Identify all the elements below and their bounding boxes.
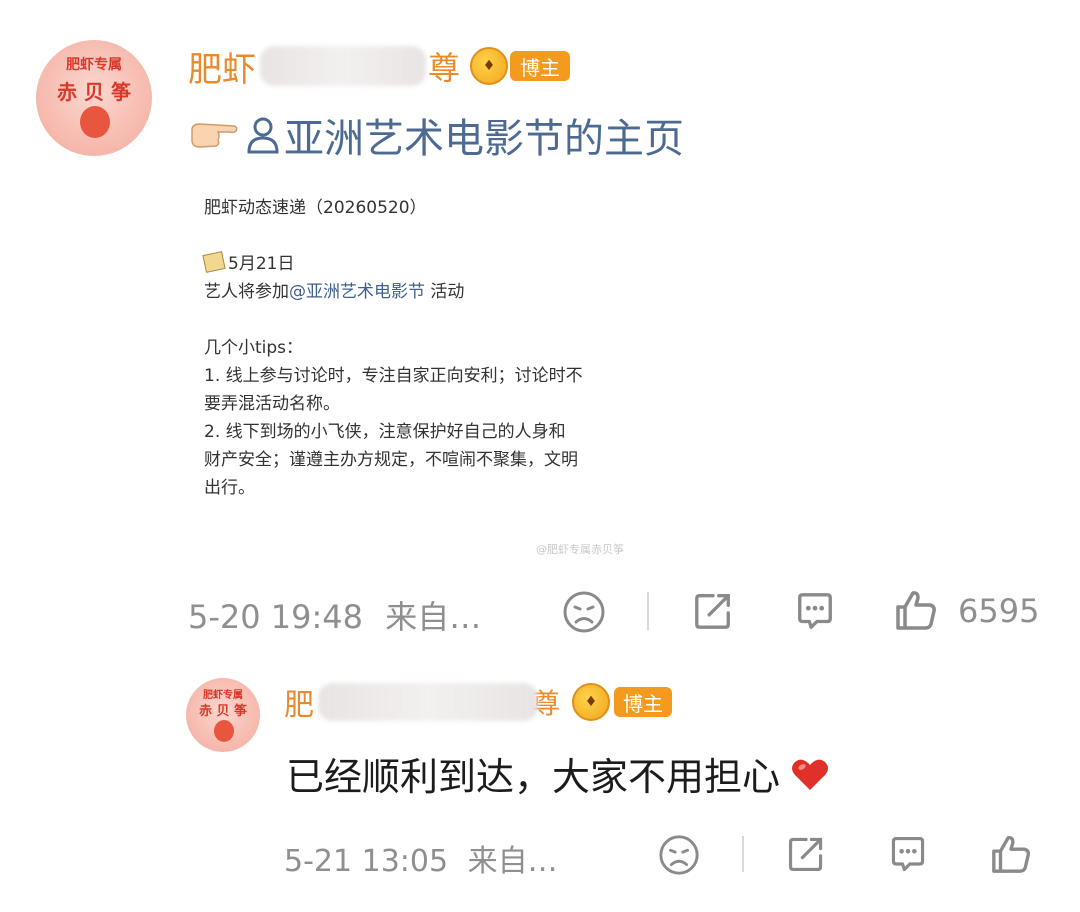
post-author-name-row[interactable]: 肥虾 尊 ♦ 博主 — [188, 42, 571, 90]
shrimp-icon — [80, 106, 110, 138]
event-homepage-link[interactable]: 亚洲艺术电影节的主页 — [190, 106, 684, 164]
tip2-line-b: 财产安全；谨遵主办方规定，不喧闹不聚集，文明 — [204, 450, 578, 470]
card-title: 肥虾动态速递（20260520） — [204, 198, 427, 218]
reply-avatar-text-top: 肥虾专属 — [203, 690, 243, 701]
tip1-line-b: 要弄混活动名称。 — [204, 394, 340, 414]
reply-source[interactable]: 来自… — [468, 844, 558, 879]
reply-content: 已经顺利到达，大家不用担心 — [286, 746, 830, 801]
weibo-thread: 肥虾专属 赤 贝 筝 肥虾 尊 ♦ 博主 亚洲艺术电影节的主页 肥虾动态速递（2… — [0, 0, 1080, 912]
avatar-text-mid: 赤 贝 筝 — [57, 80, 131, 104]
reply-vip-diamond-icon: ♦ — [572, 683, 611, 721]
reply-comment-icon[interactable] — [888, 834, 928, 874]
event-mention-link[interactable]: @亚洲艺术电影节 — [289, 282, 425, 302]
post-author-name-suffix: 尊 — [428, 49, 461, 87]
thumbs-up-icon[interactable] — [894, 588, 938, 632]
reply-text: 已经顺利到达，大家不用担心 — [286, 755, 781, 799]
reply-shrimp-icon — [214, 720, 234, 742]
reply-author-name-prefix: 肥 — [284, 688, 314, 723]
reply-time: 5-21 13:05 — [284, 844, 449, 879]
avatar-text-top: 肥虾专属 — [66, 57, 122, 73]
reply-author-avatar[interactable]: 肥虾专属 赤 贝 筝 — [186, 678, 260, 752]
reply-share-icon[interactable] — [786, 834, 826, 874]
tip2-line-c: 出行。 — [204, 478, 255, 498]
post-image-card[interactable]: 肥虾动态速递（20260520） 5月21日 艺人将参加@亚洲艺术电影节 活动 … — [190, 178, 690, 558]
post-author-name-prefix: 肥虾 — [188, 49, 256, 90]
reply-author-name-redacted — [318, 683, 538, 721]
post-author-name-redacted — [260, 46, 426, 86]
like-count: 6595 — [958, 592, 1040, 630]
post-timestamp: 5-20 19:48 来自… — [188, 592, 481, 638]
reply-blogger-badge: 博主 — [614, 687, 673, 717]
reply-thumbs-up-icon[interactable] — [990, 832, 1032, 876]
reply-timestamp: 5-21 13:05 来自… — [284, 836, 558, 880]
action-divider — [647, 592, 649, 630]
tip1-line-a: 1. 线上参与讨论时，专注自家正向安利；讨论时不 — [204, 366, 583, 386]
card-date: 5月21日 — [228, 254, 295, 274]
card-activity-line: 艺人将参加@亚洲艺术电影节 活动 — [204, 278, 690, 306]
post-action-bar: 5-20 19:48 来自… 6595 — [0, 584, 1080, 640]
sad-face-icon[interactable] — [562, 590, 606, 634]
reply-author-name-row[interactable]: 肥 尊 ♦ 博主 — [284, 680, 673, 724]
memo-icon — [202, 251, 226, 273]
person-icon — [247, 117, 279, 154]
tip2-line-a: 2. 线下到场的小飞侠，注意保护好自己的人身和 — [204, 422, 566, 442]
reply-action-divider — [742, 836, 744, 872]
post-source[interactable]: 来自… — [385, 598, 481, 636]
card-date-line: 5月21日 — [202, 250, 690, 278]
image-watermark: @肥虾专属赤贝筝 — [536, 543, 624, 556]
comment-icon[interactable] — [794, 590, 836, 632]
activity-suffix: 活动 — [425, 282, 465, 302]
pointing-hand-icon — [191, 123, 238, 148]
reply-avatar-text-mid: 赤 贝 筝 — [198, 704, 248, 719]
share-icon[interactable] — [692, 590, 734, 632]
event-homepage-link-text: 亚洲艺术电影节的主页 — [284, 116, 684, 162]
reply-action-bar: 5-21 13:05 来自… — [0, 828, 1080, 884]
red-heart-icon — [792, 759, 829, 790]
activity-prefix: 艺人将参加 — [204, 282, 289, 302]
post-author-avatar[interactable]: 肥虾专属 赤 贝 筝 — [36, 40, 152, 156]
post-time: 5-20 19:48 — [188, 598, 364, 636]
reply-sad-face-icon[interactable] — [658, 834, 700, 876]
blogger-badge: 博主 — [510, 51, 571, 81]
tips-title: 几个小tips： — [204, 338, 304, 358]
vip-diamond-icon: ♦ — [470, 47, 509, 85]
